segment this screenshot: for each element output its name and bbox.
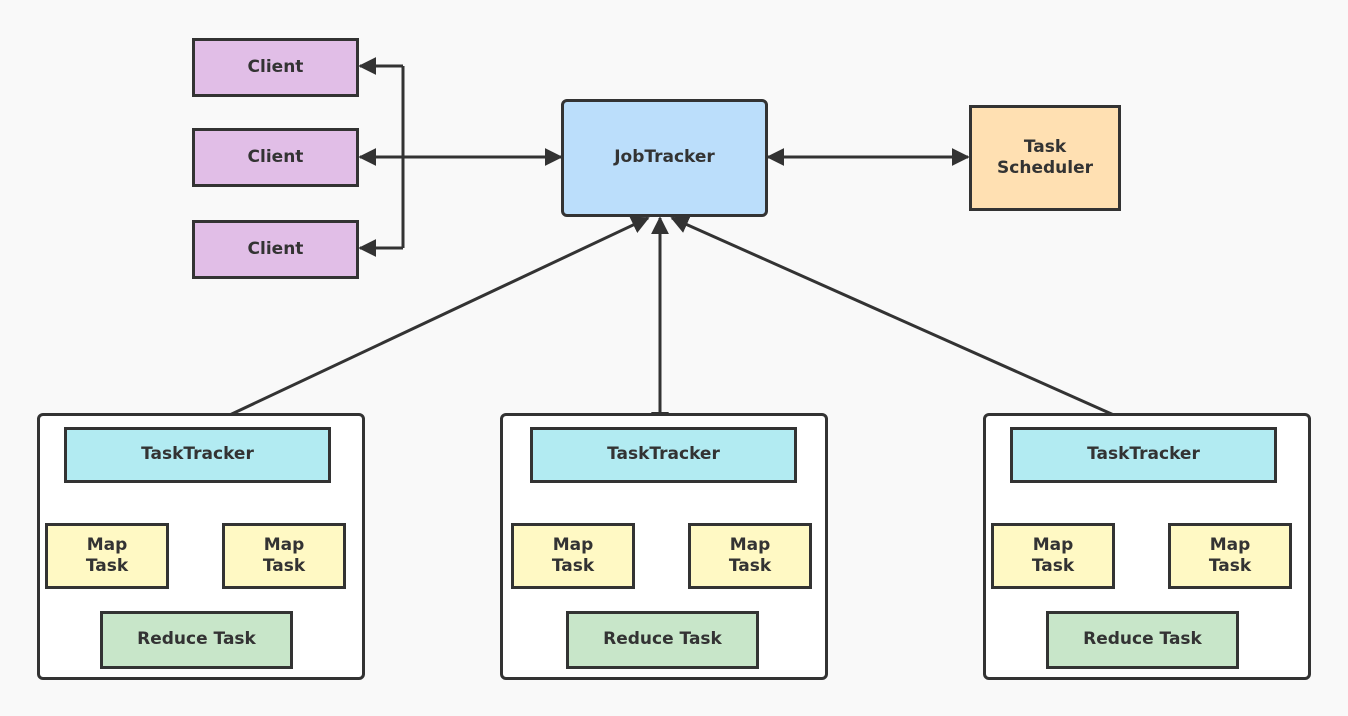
- client-box: Client: [192, 128, 359, 187]
- client-connectors: [358, 57, 563, 257]
- client-box: Client: [192, 38, 359, 97]
- map-task-box: Map Task: [1168, 523, 1292, 589]
- tasktracker-box: TaskTracker: [530, 427, 797, 483]
- map-task-box: Map Task: [511, 523, 635, 589]
- client-box: Client: [192, 220, 359, 279]
- map-task-box: Map Task: [991, 523, 1115, 589]
- task-scheduler-box: Task Scheduler: [969, 105, 1121, 211]
- edge-jobtracker-tasktracker-3: [670, 216, 1145, 430]
- map-task-box: Map Task: [45, 523, 169, 589]
- reduce-task-box: Reduce Task: [1046, 611, 1239, 669]
- tasktracker-box: TaskTracker: [64, 427, 331, 483]
- map-task-box: Map Task: [688, 523, 812, 589]
- reduce-task-box: Reduce Task: [566, 611, 759, 669]
- jobtracker-box: JobTracker: [561, 99, 768, 217]
- map-task-box: Map Task: [222, 523, 346, 589]
- reduce-task-box: Reduce Task: [100, 611, 293, 669]
- tasktracker-box: TaskTracker: [1010, 427, 1277, 483]
